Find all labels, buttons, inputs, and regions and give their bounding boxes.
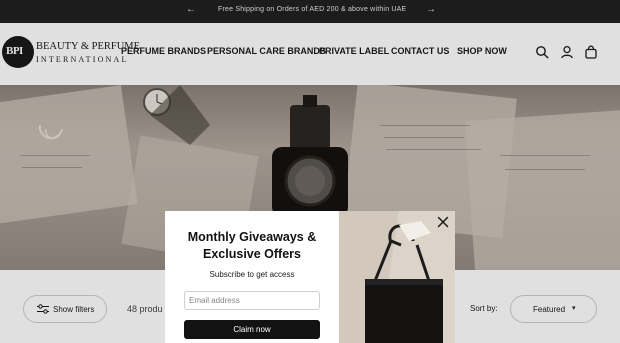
announcement-text: Free Shipping on Orders of AED 200 & abo… — [218, 6, 407, 13]
claim-now-button[interactable]: Claim now — [184, 320, 320, 339]
chevron-left-icon[interactable]: ← — [186, 4, 196, 15]
announcement-bar: ← Free Shipping on Orders of AED 200 & a… — [0, 0, 620, 23]
close-icon[interactable] — [437, 216, 449, 228]
email-field[interactable] — [184, 291, 320, 310]
newsletter-popup: Monthly Giveaways & Exclusive Offers Sub… — [165, 211, 455, 343]
popup-content: Monthly Giveaways & Exclusive Offers Sub… — [165, 211, 339, 343]
tote-bag-photo — [339, 211, 455, 343]
chevron-right-icon[interactable]: → — [426, 4, 436, 15]
popup-image — [339, 211, 455, 343]
popup-subtitle: Subscribe to get access — [209, 270, 295, 279]
popup-title: Monthly Giveaways & Exclusive Offers — [187, 230, 317, 261]
